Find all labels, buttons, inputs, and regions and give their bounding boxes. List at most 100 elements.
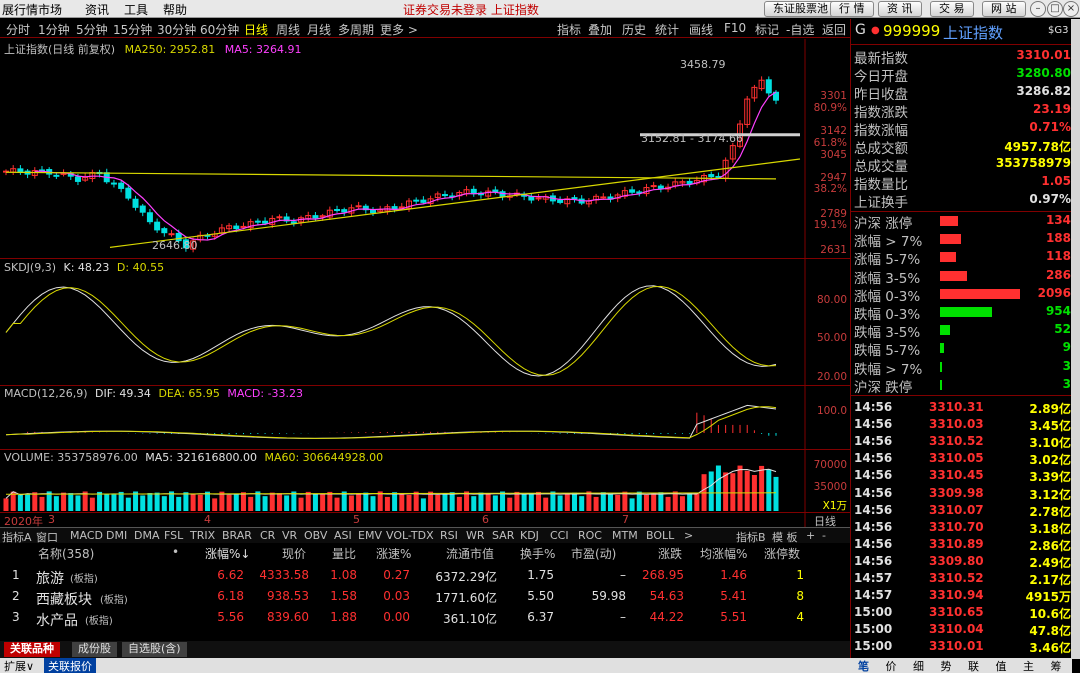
tab-related-symbols[interactable]: 关联品种 [4, 642, 60, 657]
tool-indicator-button[interactable]: 指标 [557, 21, 581, 38]
period-tab-daily[interactable]: 日线 [244, 21, 268, 38]
indicator-tab[interactable]: FSL [164, 529, 183, 542]
col-header-limit-up[interactable]: 涨停数 [764, 545, 800, 562]
quote-panel-tab[interactable]: 主 [1023, 658, 1034, 673]
period-tab-weekly[interactable]: 周线 [276, 21, 300, 38]
indicator-tab[interactable]: > [684, 529, 693, 542]
period-tab-1min[interactable]: 1分钟 [38, 21, 70, 38]
news-button[interactable]: 资 讯 [878, 1, 922, 17]
quote-panel-tab[interactable]: 联 [968, 658, 979, 673]
quote-panel-tab[interactable]: 筹 [1051, 658, 1062, 673]
col-header-price[interactable]: 现价 [282, 545, 306, 562]
period-tab-multi[interactable]: 多周期 [338, 21, 374, 38]
indicator-tab[interactable]: 指标B [736, 529, 766, 545]
indicator-tab[interactable]: KDJ [520, 529, 539, 542]
close-icon[interactable]: × [1063, 1, 1079, 17]
indicator-tab[interactable]: DMI [106, 529, 127, 542]
stock-pool-button[interactable]: 东证股票池 [764, 1, 837, 17]
related-quote-button[interactable]: 关联报价 [44, 658, 96, 673]
indicator-tab[interactable]: BRAR [222, 529, 252, 542]
maximize-icon[interactable]: □ [1047, 1, 1063, 17]
menu-item-tools[interactable]: 工具 [124, 1, 148, 18]
expand-button[interactable]: 扩展∨ [4, 658, 34, 673]
indicator-tab[interactable]: BOLL [646, 529, 674, 542]
period-tab-60min[interactable]: 60分钟 [200, 21, 239, 38]
tool-stats-button[interactable]: 统计 [655, 21, 679, 38]
indicator-tab[interactable]: ASI [334, 529, 352, 542]
candle-body [139, 205, 146, 213]
col-header-market-cap[interactable]: 流通市值 [446, 545, 494, 562]
quotes-button[interactable]: 行 情 [830, 1, 874, 17]
tab-constituents[interactable]: 成份股 [72, 642, 117, 657]
indicator-tab[interactable]: MTM [612, 529, 638, 542]
indicator-tab[interactable]: EMV [358, 529, 382, 542]
indicator-tab[interactable]: - [822, 529, 826, 542]
quote-panel-tab[interactable]: 细 [913, 658, 924, 673]
indicator-tab[interactable]: DMA [134, 529, 160, 542]
indicator-tab[interactable]: ROC [578, 529, 602, 542]
trade-button[interactable]: 交 易 [930, 1, 974, 17]
col-header-turnover[interactable]: 换手% [520, 545, 555, 562]
indicator-tab[interactable]: OBV [304, 529, 327, 542]
quote-panel-tab[interactable]: 值 [996, 658, 1007, 673]
tick-time: 14:56 [854, 536, 893, 551]
col-header-pe[interactable]: 市盈(动) [571, 545, 616, 562]
chart-area[interactable]: 上证指数(日线 前复权) MA250: 2952.81 MA5: 3264.91… [0, 39, 850, 531]
indicator-tab[interactable]: TRIX [190, 529, 215, 542]
right-scrollbar[interactable] [1071, 19, 1080, 659]
indicator-tab[interactable]: RSI [440, 529, 458, 542]
table-cell-mcap: 1771.60亿 [435, 591, 497, 605]
tool-drawline-button[interactable]: 画线 [689, 21, 713, 38]
volume-y-label: 70000 [813, 459, 847, 471]
indicator-tab[interactable]: MACD [70, 529, 103, 542]
col-header-name[interactable]: 名称(358) [38, 545, 94, 562]
col-header-speed[interactable]: 涨速% [376, 545, 411, 562]
tool-watchlist-button[interactable]: -自选 [786, 21, 814, 38]
period-tab-minute[interactable]: 分时 [6, 21, 30, 38]
minimize-icon[interactable]: – [1030, 1, 1046, 17]
indicator-tab[interactable]: CCI [550, 529, 569, 542]
indicator-tab[interactable]: VR [282, 529, 297, 542]
quote-panel-tab[interactable]: 笔 [858, 658, 869, 673]
quote-panel-tab[interactable]: 势 [941, 658, 952, 673]
indicator-tab[interactable]: 模 板 [772, 529, 798, 545]
period-tab-15min[interactable]: 15分钟 [113, 21, 152, 38]
stat-label: 指数涨跌 [854, 105, 908, 121]
indicator-tab[interactable]: CR [260, 529, 275, 542]
col-header-change-pct[interactable]: 涨幅%↓ [205, 545, 250, 562]
tool-f10-button[interactable]: F10 [724, 21, 746, 35]
candle-body [370, 209, 377, 214]
quote-panel-tab[interactable]: 价 [886, 658, 897, 673]
volume-bar [456, 496, 462, 511]
period-tab-5min[interactable]: 5分钟 [76, 21, 108, 38]
indicator-tab[interactable]: WR [466, 529, 485, 542]
indicator-tab[interactable]: 窗口 [36, 529, 58, 545]
tab-watchlist[interactable]: 自选股(含) [122, 642, 187, 657]
tool-history-button[interactable]: 历史 [622, 21, 646, 38]
table-row[interactable]: 3 水产品 5.56 839.60 1.88 0.00 361.10亿 6.37 – 44.22 5… [0, 610, 850, 630]
candle-body [233, 225, 240, 230]
menu-item-help[interactable]: 帮助 [163, 1, 187, 18]
period-tab-more[interactable]: 更多 > [380, 21, 418, 38]
website-button[interactable]: 网 站 [982, 1, 1026, 17]
col-header-avg-change[interactable]: 均涨幅% [700, 545, 747, 562]
tool-mark-button[interactable]: 标记 [755, 21, 779, 38]
tool-back-button[interactable]: 返回 [822, 21, 846, 38]
tool-overlay-button[interactable]: 叠加 [588, 21, 612, 38]
tick-price: 3310.04 [929, 622, 984, 637]
table-row[interactable]: 2 西藏板块 6.18 938.53 1.58 0.03 1771.60亿 5.50 59.98… [0, 589, 850, 609]
indicator-tab[interactable]: 指标A [2, 529, 32, 545]
indicator-tab[interactable]: + [806, 529, 815, 542]
menu-item-market[interactable]: 展行情市场 [2, 1, 62, 18]
menu-item-news[interactable]: 资讯 [85, 1, 109, 18]
period-tab-30min[interactable]: 30分钟 [157, 21, 196, 38]
table-cell-idx: 1 [12, 568, 20, 582]
col-header-diff[interactable]: 涨跌 [658, 545, 682, 562]
col-header-volume-ratio[interactable]: 量比 [332, 545, 356, 562]
stat-label: 今日开盘 [854, 69, 908, 85]
table-cell-diff: 268.95 [642, 568, 684, 582]
indicator-tab[interactable]: VOL-TDX [386, 529, 434, 542]
indicator-tab[interactable]: SAR [492, 529, 514, 542]
table-row[interactable]: 1 旅游 6.62 4333.58 1.08 0.27 6372.29亿 1.75 – 268.9… [0, 568, 850, 588]
period-tab-monthly[interactable]: 月线 [307, 21, 331, 38]
